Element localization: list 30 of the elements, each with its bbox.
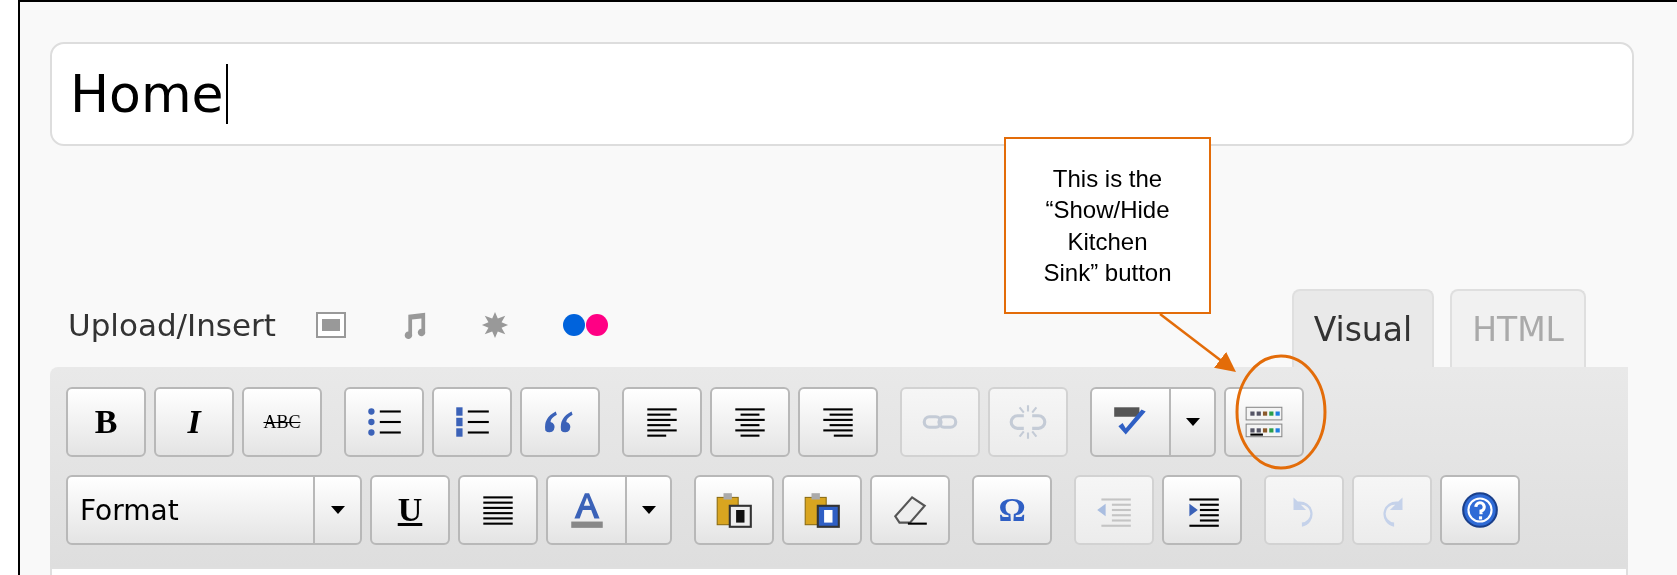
toolbar-button[interactable]: [1440, 475, 1520, 545]
toolbar-button[interactable]: [458, 475, 538, 545]
title-field[interactable]: Home: [50, 42, 1634, 146]
star-burst-icon[interactable]: [480, 311, 510, 339]
toolbar-button[interactable]: [1162, 475, 1242, 545]
toolbar-button[interactable]: [798, 387, 878, 457]
two-dots-icon[interactable]: [562, 313, 610, 337]
caret-icon: [330, 506, 345, 514]
toolbar-button[interactable]: [622, 387, 702, 457]
callout-text: This is the “Show/Hide Kitchen Sink” button: [1042, 164, 1173, 288]
title-text: Home: [70, 64, 224, 124]
editor-tab[interactable]: Visual: [1291, 289, 1435, 367]
caret-icon: [1185, 418, 1200, 426]
upload-insert-label: Upload/Insert: [68, 307, 276, 343]
image-icon[interactable]: [316, 311, 346, 339]
caret-icon: [641, 506, 656, 514]
underline-button[interactable]: U: [370, 475, 450, 545]
strikethrough-button[interactable]: ABC: [242, 387, 322, 457]
special-character-button[interactable]: Ω: [972, 475, 1052, 545]
toolbar-button[interactable]: [694, 475, 774, 545]
toolbar-button[interactable]: [782, 475, 862, 545]
text-caret: [225, 64, 228, 124]
toolbar-button[interactable]: [870, 475, 950, 545]
kitchen-sink-button[interactable]: [1224, 387, 1304, 457]
toolbar-button[interactable]: [1090, 387, 1170, 457]
help-icon: [1459, 489, 1501, 531]
italic-button[interactable]: I: [154, 387, 234, 457]
bold-button[interactable]: B: [66, 387, 146, 457]
format-select[interactable]: Format: [66, 475, 314, 545]
toolbar-button[interactable]: [710, 387, 790, 457]
